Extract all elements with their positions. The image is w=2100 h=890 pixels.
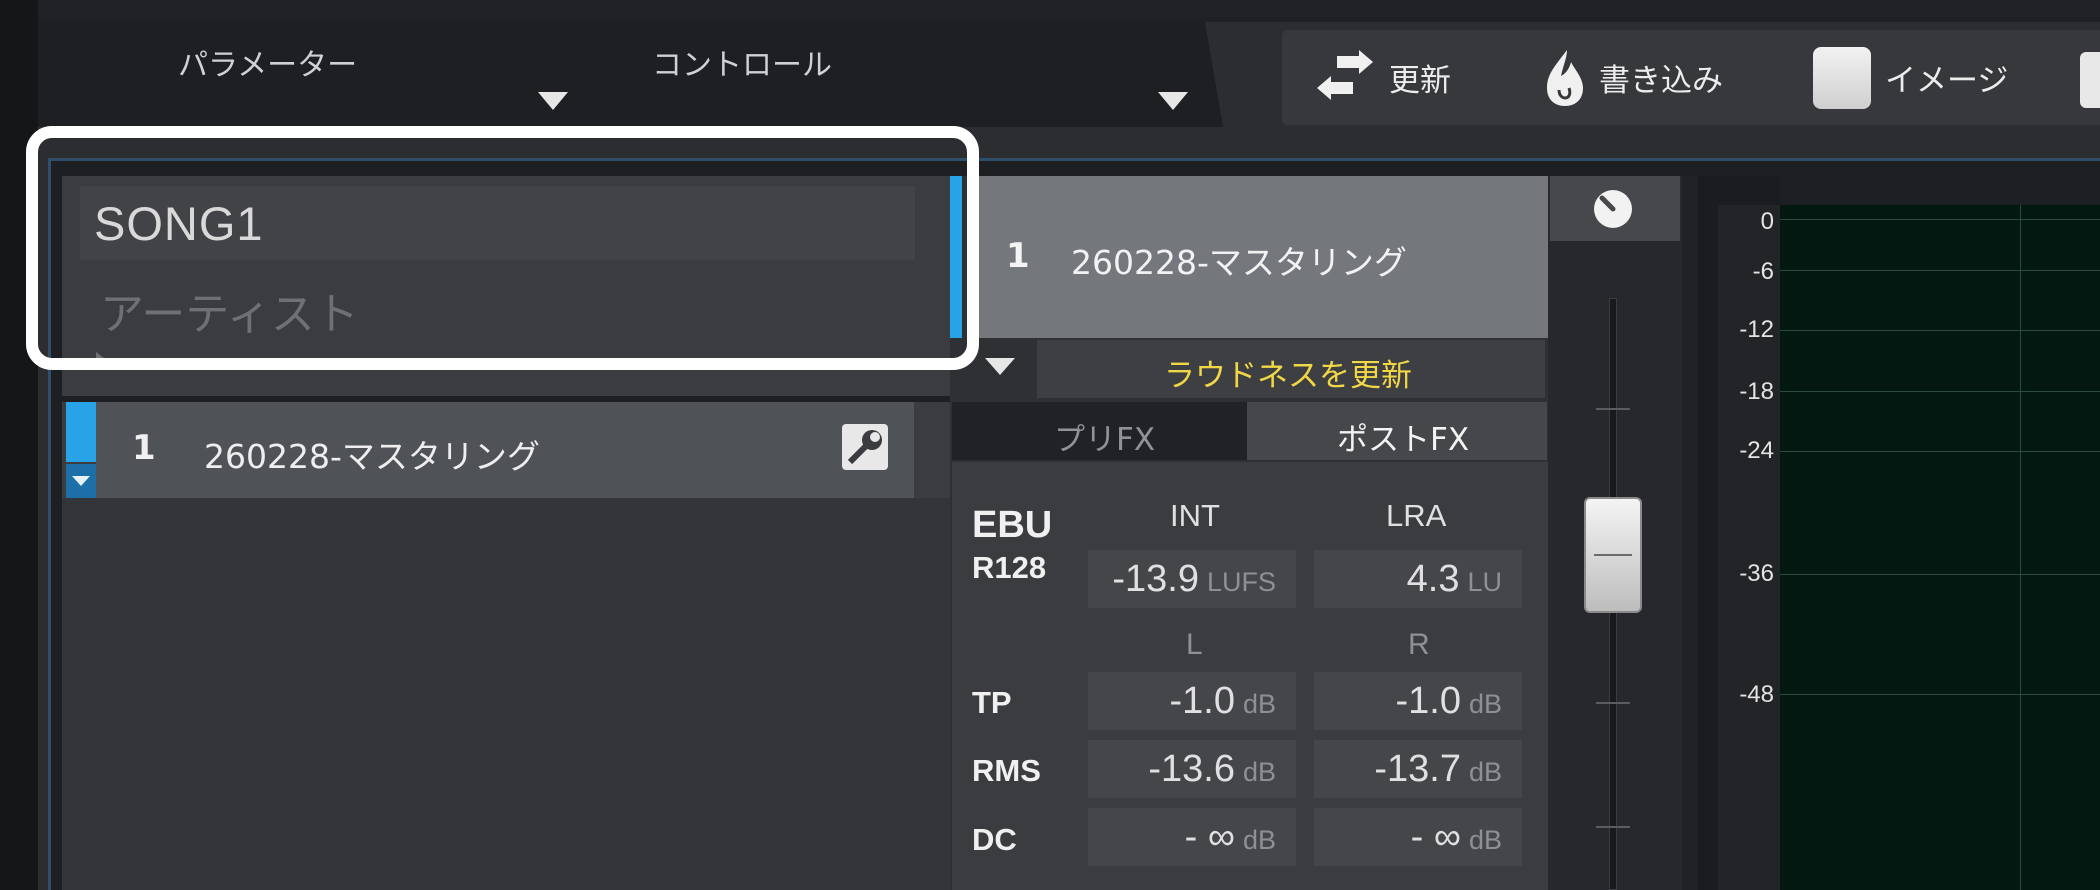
- highlight-frame: [26, 126, 979, 370]
- loudness-collapse-arrow[interactable]: [985, 358, 1015, 375]
- fader-tick: [1596, 702, 1630, 704]
- dc-label: DC: [972, 822, 1017, 857]
- flame-icon: [1547, 49, 1583, 106]
- image-label: イメージ: [1885, 63, 2009, 99]
- spectrum-display: [1780, 205, 2100, 890]
- spectrum-grid-line: [1780, 451, 2100, 452]
- rms-left-cell: -13.6 dB: [1088, 740, 1296, 798]
- rms-label: RMS: [972, 753, 1041, 788]
- control-dropdown-arrow[interactable]: [1158, 92, 1188, 110]
- dc-right-unit: dB: [1468, 825, 1502, 855]
- dc-right-value: - ∞: [1410, 816, 1461, 858]
- write-button[interactable]: 書き込み: [1545, 30, 1723, 125]
- rms-right-unit: dB: [1468, 757, 1502, 787]
- track-expand-button[interactable]: [66, 464, 96, 498]
- rms-left-value: -13.6: [1148, 748, 1235, 790]
- track-name: 260228-マスタリング: [204, 437, 540, 476]
- parameter-label: パラメーター: [178, 48, 358, 83]
- spectrum-grid-line: [1780, 574, 2100, 575]
- fader-tick: [1596, 408, 1630, 410]
- refresh-button[interactable]: 更新: [1315, 30, 1451, 125]
- tp-right-value: -1.0: [1395, 680, 1461, 722]
- tp-label: TP: [972, 685, 1012, 720]
- dc-right-cell: - ∞ dB: [1314, 808, 1522, 866]
- parameter-dropdown-arrow[interactable]: [538, 92, 568, 110]
- spectrum-divider: [1682, 176, 1698, 890]
- tab-post-fx-label: ポストFX: [1337, 422, 1470, 458]
- refresh-label: 更新: [1389, 63, 1451, 99]
- spectrum-grid-line: [2020, 205, 2021, 890]
- track-row-scroll-edge: [914, 402, 952, 498]
- dc-left-unit: dB: [1242, 825, 1276, 855]
- control-label: コントロール: [652, 48, 832, 83]
- fader-knob-line: [1594, 554, 1632, 556]
- rms-right-cell: -13.7 dB: [1314, 740, 1522, 798]
- lra-header: LRA: [1386, 498, 1447, 533]
- pan-knob-icon[interactable]: [1592, 188, 1634, 230]
- selected-track-name: 260228-マスタリング: [1071, 243, 1407, 282]
- spectrum-grid-line: [1780, 219, 2100, 220]
- lra-value: 4.3: [1406, 558, 1460, 600]
- top-edge-strip: [38, 0, 2100, 22]
- refresh-arrows-icon: [1317, 49, 1373, 100]
- mastering-edit-icon[interactable]: [840, 422, 890, 472]
- image-button[interactable]: イメージ: [1813, 30, 2008, 125]
- write-label: 書き込み: [1599, 63, 1723, 99]
- scale-label: -36: [1739, 560, 1774, 587]
- selected-track-number: 1: [1006, 236, 1030, 276]
- tp-left-value: -1.0: [1169, 680, 1235, 722]
- partial-toolbar-icon[interactable]: [2080, 52, 2100, 108]
- level-scale-background: [1718, 205, 1780, 890]
- spectrum-grid-line: [1780, 270, 2100, 271]
- dc-left-cell: - ∞ dB: [1088, 808, 1296, 866]
- dc-left-value: - ∞: [1184, 816, 1235, 858]
- lra-unit: LU: [1467, 567, 1502, 597]
- left-channel-header: L: [1186, 628, 1203, 661]
- track-selection-marker: [66, 402, 96, 462]
- int-unit: LUFS: [1206, 567, 1276, 597]
- int-value: -13.9: [1112, 558, 1199, 600]
- scale-label: -6: [1752, 258, 1774, 285]
- tp-right-cell: -1.0 dB: [1314, 672, 1522, 730]
- scale-label: -12: [1739, 316, 1774, 343]
- rms-right-value: -13.7: [1374, 748, 1461, 790]
- scale-label: -48: [1739, 681, 1774, 708]
- tp-left-cell: -1.0 dB: [1088, 672, 1296, 730]
- int-value-cell: -13.9 LUFS: [1088, 550, 1296, 608]
- spectrum-grid-line: [1780, 391, 2100, 392]
- int-header: INT: [1170, 498, 1220, 533]
- update-loudness-label: ラウドネスを更新: [1164, 358, 1412, 394]
- scale-label: 0: [1760, 208, 1774, 235]
- spectrum-grid-line: [1780, 694, 2100, 695]
- tp-left-unit: dB: [1242, 689, 1276, 719]
- disc-image-icon: [1813, 46, 1871, 109]
- tp-right-unit: dB: [1468, 689, 1502, 719]
- scale-label: -18: [1739, 378, 1774, 405]
- track-number: 1: [132, 428, 156, 468]
- tab-pre-fx-label: プリFX: [1054, 422, 1156, 458]
- chevron-down-icon: [72, 476, 90, 486]
- lra-value-cell: 4.3 LU: [1314, 550, 1522, 608]
- spectrum-grid-line: [1780, 330, 2100, 331]
- rms-left-unit: dB: [1242, 757, 1276, 787]
- r128-label: R128: [972, 550, 1047, 585]
- fader-tick: [1596, 826, 1630, 828]
- right-channel-header: R: [1408, 628, 1430, 661]
- scale-label: -24: [1739, 437, 1774, 464]
- volume-fader-knob[interactable]: [1584, 497, 1642, 613]
- ebu-label: EBU: [972, 504, 1053, 546]
